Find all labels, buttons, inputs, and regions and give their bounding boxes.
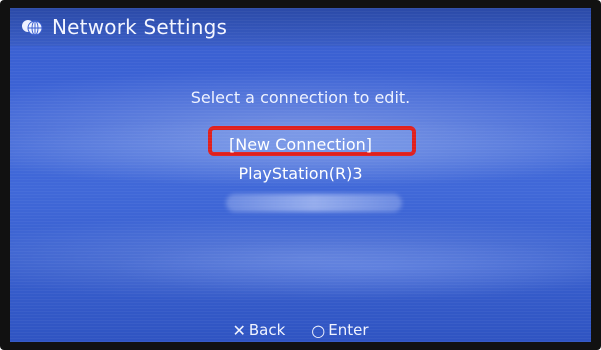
redacted-connection-item[interactable] [226, 194, 402, 212]
back-hint[interactable]: ✕ Back [232, 321, 285, 340]
button-hints-bar: ✕ Back ○ Enter [10, 318, 591, 342]
network-globe-icon [20, 17, 44, 37]
option-new-connection[interactable]: [New Connection] [10, 135, 591, 154]
psp-screen: Network Settings Select a connection to … [10, 8, 591, 342]
option-playstation3[interactable]: PlayStation(R)3 [10, 164, 591, 183]
background-wave [110, 238, 591, 298]
page-title: Network Settings [52, 15, 228, 39]
device-frame: Network Settings Select a connection to … [0, 0, 601, 350]
enter-hint[interactable]: ○ Enter [311, 321, 368, 340]
cross-button-icon: ✕ [232, 320, 246, 340]
instruction-text: Select a connection to edit. [190, 88, 411, 107]
title-bar: Network Settings [10, 8, 591, 46]
circle-button-icon: ○ [311, 320, 326, 340]
back-label: Back [248, 321, 286, 339]
enter-label: Enter [328, 321, 369, 339]
background-wave [10, 213, 591, 303]
